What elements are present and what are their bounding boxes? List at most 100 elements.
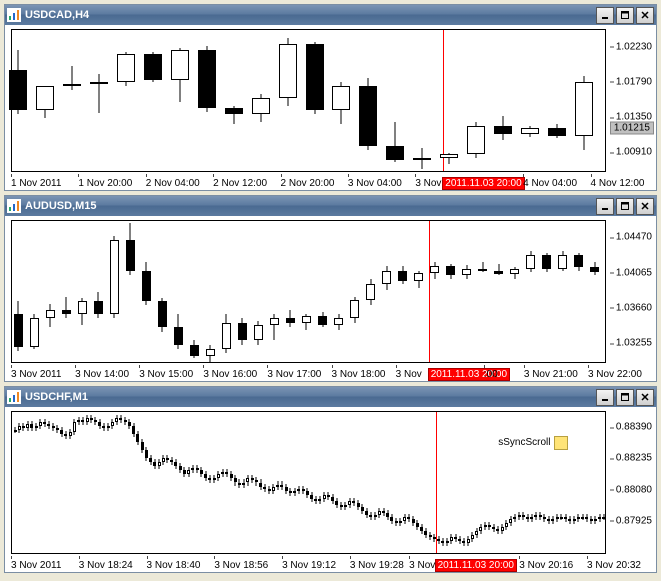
candlestick [200,412,203,553]
candlestick [302,221,311,362]
chart-area[interactable]: 1.044701.040651.036601.032553 Nov 20113 … [5,216,656,381]
candlestick [196,412,199,553]
candlestick [115,412,118,553]
titlebar[interactable]: AUDUSD,M15 [5,196,656,216]
y-tick-label: 0.87925 [616,515,652,526]
candlestick [14,221,23,362]
candlestick [382,412,385,553]
candlestick [171,30,189,171]
candlestick [234,412,237,553]
candlestick [539,412,542,553]
y-tick-label: 0.88080 [616,484,652,495]
candlestick [413,30,431,171]
candlestick [407,412,410,553]
candlestick [414,221,423,362]
candlestick [543,412,546,553]
x-tick-label: 3 Nov 20:32 [587,560,641,571]
minimize-button[interactable] [596,198,614,215]
candlestick [344,412,347,553]
plot-area[interactable]: sSyncScroll [11,411,606,554]
x-tick-sync-marker: 2011.11.03 20:00 [442,177,524,190]
close-button[interactable] [636,198,654,215]
candlestick [30,221,39,362]
x-tick-label: 3 Nov 20:16 [519,560,573,571]
candlestick [60,412,63,553]
maximize-button[interactable] [616,389,634,406]
candlestick [574,221,583,362]
minimize-button[interactable] [596,389,614,406]
candlestick [446,412,449,553]
candlestick [225,30,243,171]
y-tick-label: 1.04470 [616,232,652,243]
candlestick [204,412,207,553]
candlestick [369,412,372,553]
chart-area[interactable]: sSyncScroll0.883900.882350.880800.879253… [5,407,656,572]
y-tick-label: 1.03255 [616,338,652,349]
close-button[interactable] [636,7,654,24]
candlestick [467,30,485,171]
candlestick [124,412,127,553]
candlestick [18,412,21,553]
titlebar[interactable]: USDCAD,H4 [5,5,656,25]
chart-area[interactable]: 1.022301.017901.013501.012151.009101 Nov… [5,25,656,190]
x-tick-sync-marker: 2011.11.03 20:00 [435,559,517,572]
candlestick [479,412,482,553]
candlestick [263,412,266,553]
candlestick [293,412,296,553]
candlestick [590,221,599,362]
candlestick [475,412,478,553]
candlestick [47,412,50,553]
x-tick-label: 3 Nov [415,178,441,189]
candlestick [36,30,54,171]
candlestick [238,221,247,362]
candlestick [340,412,343,553]
candlestick [270,221,279,362]
candlestick [440,30,458,171]
candlestick [441,412,444,553]
x-tick-label: 3 Nov 2011 [11,369,61,380]
candlestick [206,221,215,362]
candlestick [365,412,368,553]
candlestick [573,412,576,553]
candlestick [331,412,334,553]
x-axis: 1 Nov 20111 Nov 20:002 Nov 04:002 Nov 12… [11,174,604,190]
candlestick [598,412,601,553]
app-icon [7,390,21,404]
maximize-button[interactable] [616,7,634,24]
candlestick [213,412,216,553]
candlestick [399,412,402,553]
plot-area[interactable] [11,29,606,172]
x-tick-label: 4 Nov 12:00 [591,178,645,189]
candlestick [564,412,567,553]
candlestick [424,412,427,553]
candlestick [306,412,309,553]
candlestick [378,412,381,553]
candlestick [590,412,593,553]
candlestick [69,412,72,553]
candlestick [548,30,566,171]
x-tick-label: 3 Nov 04:00 [348,178,402,189]
candlestick [386,412,389,553]
candlestick [268,412,271,553]
candlestick [382,221,391,362]
candlestick [90,412,93,553]
candlestick [467,412,470,553]
candlestick [110,221,119,362]
candlestick [359,30,377,171]
candlestick [158,221,167,362]
maximize-button[interactable] [616,198,634,215]
candlestick [149,412,152,553]
candlestick [98,412,101,553]
candlestick [458,412,461,553]
titlebar[interactable]: USDCHF,M1 [5,387,656,407]
candlestick [170,412,173,553]
candlestick [433,412,436,553]
close-button[interactable] [636,389,654,406]
y-tick-current-price: 1.01215 [610,121,654,134]
candlestick [534,412,537,553]
candlestick [416,412,419,553]
candlestick [403,412,406,553]
candlestick [352,412,355,553]
minimize-button[interactable] [596,7,614,24]
plot-area[interactable] [11,220,606,363]
